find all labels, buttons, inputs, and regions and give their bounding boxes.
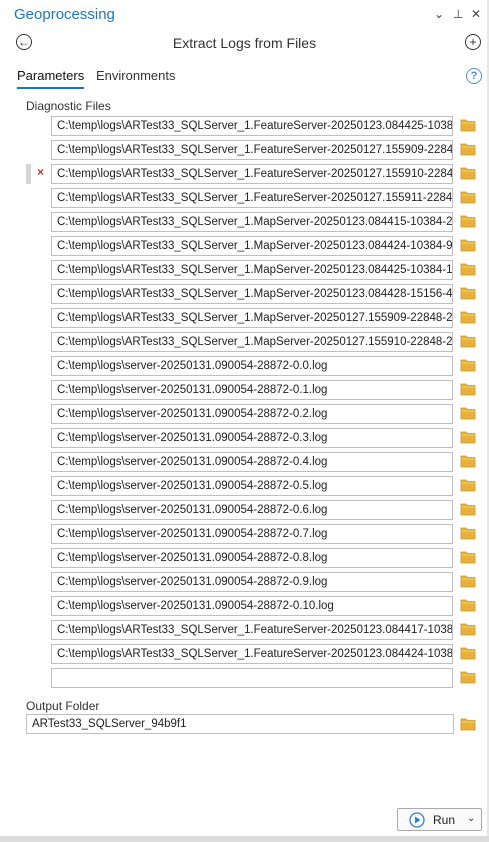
file-path-input[interactable]: C:\temp\logs\ARTest33_SQLServer_1.Featur… [51,188,453,208]
pane-menu-icon[interactable]: ⌄ [434,7,444,21]
folder-browse-icon[interactable] [460,622,476,636]
file-path-input[interactable]: C:\temp\logs\server-20250131.090054-2887… [51,356,453,376]
file-path-input[interactable]: C:\temp\logs\ARTest33_SQLServer_1.MapSer… [51,332,453,352]
file-row: C:\temp\logs\ARTest33_SQLServer_1.MapSer… [0,212,489,234]
folder-browse-icon[interactable] [460,454,476,468]
file-path-input[interactable]: C:\temp\logs\ARTest33_SQLServer_1.MapSer… [51,212,453,232]
file-path-input[interactable]: C:\temp\logs\server-20250131.090054-2887… [51,428,453,448]
file-path-input[interactable]: C:\temp\logs\ARTest33_SQLServer_1.Featur… [51,164,453,184]
folder-browse-icon[interactable] [460,478,476,492]
file-path-input[interactable]: C:\temp\logs\ARTest33_SQLServer_1.Featur… [51,116,453,136]
row-drag-handle[interactable] [26,164,31,184]
file-row: × C:\temp\logs\ARTest33_SQLServer_1.Featu… [0,164,489,186]
file-row: C:\temp\logs\server-20250131.090054-2887… [0,404,489,426]
file-row: C:\temp\logs\server-20250131.090054-2887… [0,524,489,546]
file-path-input[interactable]: C:\temp\logs\ARTest33_SQLServer_1.Featur… [51,620,453,640]
folder-browse-icon[interactable] [460,190,476,204]
file-path-input[interactable]: C:\temp\logs\ARTest33_SQLServer_1.MapSer… [51,260,453,280]
file-row: C:\temp\logs\ARTest33_SQLServer_1.MapSer… [0,332,489,354]
run-button[interactable]: Run ⌄ [397,808,482,831]
file-path-input[interactable]: C:\temp\logs\server-20250131.090054-2887… [51,380,453,400]
file-path-input[interactable]: C:\temp\logs\ARTest33_SQLServer_1.MapSer… [51,308,453,328]
file-row: C:\temp\logs\ARTest33_SQLServer_1.MapSer… [0,308,489,330]
file-path-input[interactable]: C:\temp\logs\server-20250131.090054-2887… [51,476,453,496]
file-row: C:\temp\logs\ARTest33_SQLServer_1.Featur… [0,140,489,162]
file-path-input[interactable]: C:\temp\logs\server-20250131.090054-2887… [51,500,453,520]
folder-browse-icon[interactable] [460,430,476,444]
file-path-input[interactable]: C:\temp\logs\ARTest33_SQLServer_1.Featur… [51,644,453,664]
file-row: C:\temp\logs\server-20250131.090054-2887… [0,572,489,594]
file-row: C:\temp\logs\server-20250131.090054-2887… [0,356,489,378]
file-row: C:\temp\logs\ARTest33_SQLServer_1.MapSer… [0,284,489,306]
file-row: C:\temp\logs\ARTest33_SQLServer_1.Featur… [0,620,489,642]
folder-browse-icon[interactable] [460,166,476,180]
file-row: C:\temp\logs\server-20250131.090054-2887… [0,452,489,474]
folder-browse-icon[interactable] [460,334,476,348]
file-path-input[interactable]: C:\temp\logs\ARTest33_SQLServer_1.Featur… [51,140,453,160]
file-row: C:\temp\logs\ARTest33_SQLServer_1.Featur… [0,644,489,666]
close-icon[interactable]: ✕ [471,7,481,21]
folder-browse-icon[interactable] [460,382,476,396]
folder-browse-icon[interactable] [460,286,476,300]
file-path-input[interactable]: C:\temp\logs\server-20250131.090054-2887… [51,404,453,424]
pin-icon[interactable]: ⊥ [453,7,463,21]
folder-browse-icon[interactable] [460,310,476,324]
folder-browse-icon[interactable] [460,238,476,252]
pane-title: Geoprocessing [14,6,115,23]
help-icon[interactable]: ? [466,68,482,84]
file-row: C:\temp\logs\server-20250131.090054-2887… [0,596,489,618]
chevron-down-icon[interactable]: ⌄ [467,813,475,824]
folder-browse-icon[interactable] [460,526,476,540]
file-path-input[interactable]: C:\temp\logs\server-20250131.090054-2887… [51,452,453,472]
file-path-input[interactable]: C:\temp\logs\server-20250131.090054-2887… [51,572,453,592]
folder-browse-icon[interactable] [460,598,476,612]
tab-parameters[interactable]: Parameters [17,68,85,89]
output-folder-input[interactable]: ARTest33_SQLServer_94b9f1 [26,714,454,734]
file-row: C:\temp\logs\server-20250131.090054-2887… [0,476,489,498]
file-path-input[interactable] [51,668,453,688]
output-folder-browse-icon[interactable] [460,717,476,731]
file-row: C:\temp\logs\server-20250131.090054-2887… [0,500,489,522]
folder-browse-icon[interactable] [460,502,476,516]
folder-browse-icon[interactable] [460,262,476,276]
file-path-input[interactable]: C:\temp\logs\server-20250131.090054-2887… [51,596,453,616]
file-path-input[interactable]: C:\temp\logs\server-20250131.090054-2887… [51,524,453,544]
file-path-input[interactable]: C:\temp\logs\server-20250131.090054-2887… [51,548,453,568]
file-row: C:\temp\logs\ARTest33_SQLServer_1.MapSer… [0,236,489,258]
pane-title-bar: Geoprocessing ⌄ ⊥ ✕ [0,0,489,30]
tool-title: Extract Logs from Files [172,35,317,51]
folder-browse-icon[interactable] [460,142,476,156]
file-path-input[interactable]: C:\temp\logs\ARTest33_SQLServer_1.MapSer… [51,236,453,256]
play-icon [409,812,425,828]
bottom-bar [0,836,489,842]
folder-browse-icon[interactable] [460,574,476,588]
add-icon[interactable]: + [465,34,481,50]
file-row: C:\temp\logs\server-20250131.090054-2887… [0,548,489,570]
folder-browse-icon[interactable] [460,118,476,132]
folder-browse-icon[interactable] [460,646,476,660]
file-row: C:\temp\logs\ARTest33_SQLServer_1.MapSer… [0,260,489,282]
tab-environments[interactable]: Environments [96,68,175,83]
file-row: C:\temp\logs\ARTest33_SQLServer_1.Featur… [0,188,489,210]
file-row [0,668,489,690]
folder-browse-icon[interactable] [460,358,476,372]
folder-browse-icon[interactable] [460,406,476,420]
folder-browse-icon[interactable] [460,550,476,564]
diagnostic-files-label: Diagnostic Files [26,99,111,113]
file-row: C:\temp\logs\ARTest33_SQLServer_1.Featur… [0,116,489,138]
run-button-label: Run [433,813,456,827]
file-path-input[interactable]: C:\temp\logs\ARTest33_SQLServer_1.MapSer… [51,284,453,304]
file-row: C:\temp\logs\server-20250131.090054-2887… [0,380,489,402]
file-row: C:\temp\logs\server-20250131.090054-2887… [0,428,489,450]
folder-browse-icon[interactable] [460,214,476,228]
remove-row-icon[interactable]: × [37,165,44,179]
output-folder-label: Output Folder [26,699,100,713]
folder-browse-icon[interactable] [460,670,476,684]
